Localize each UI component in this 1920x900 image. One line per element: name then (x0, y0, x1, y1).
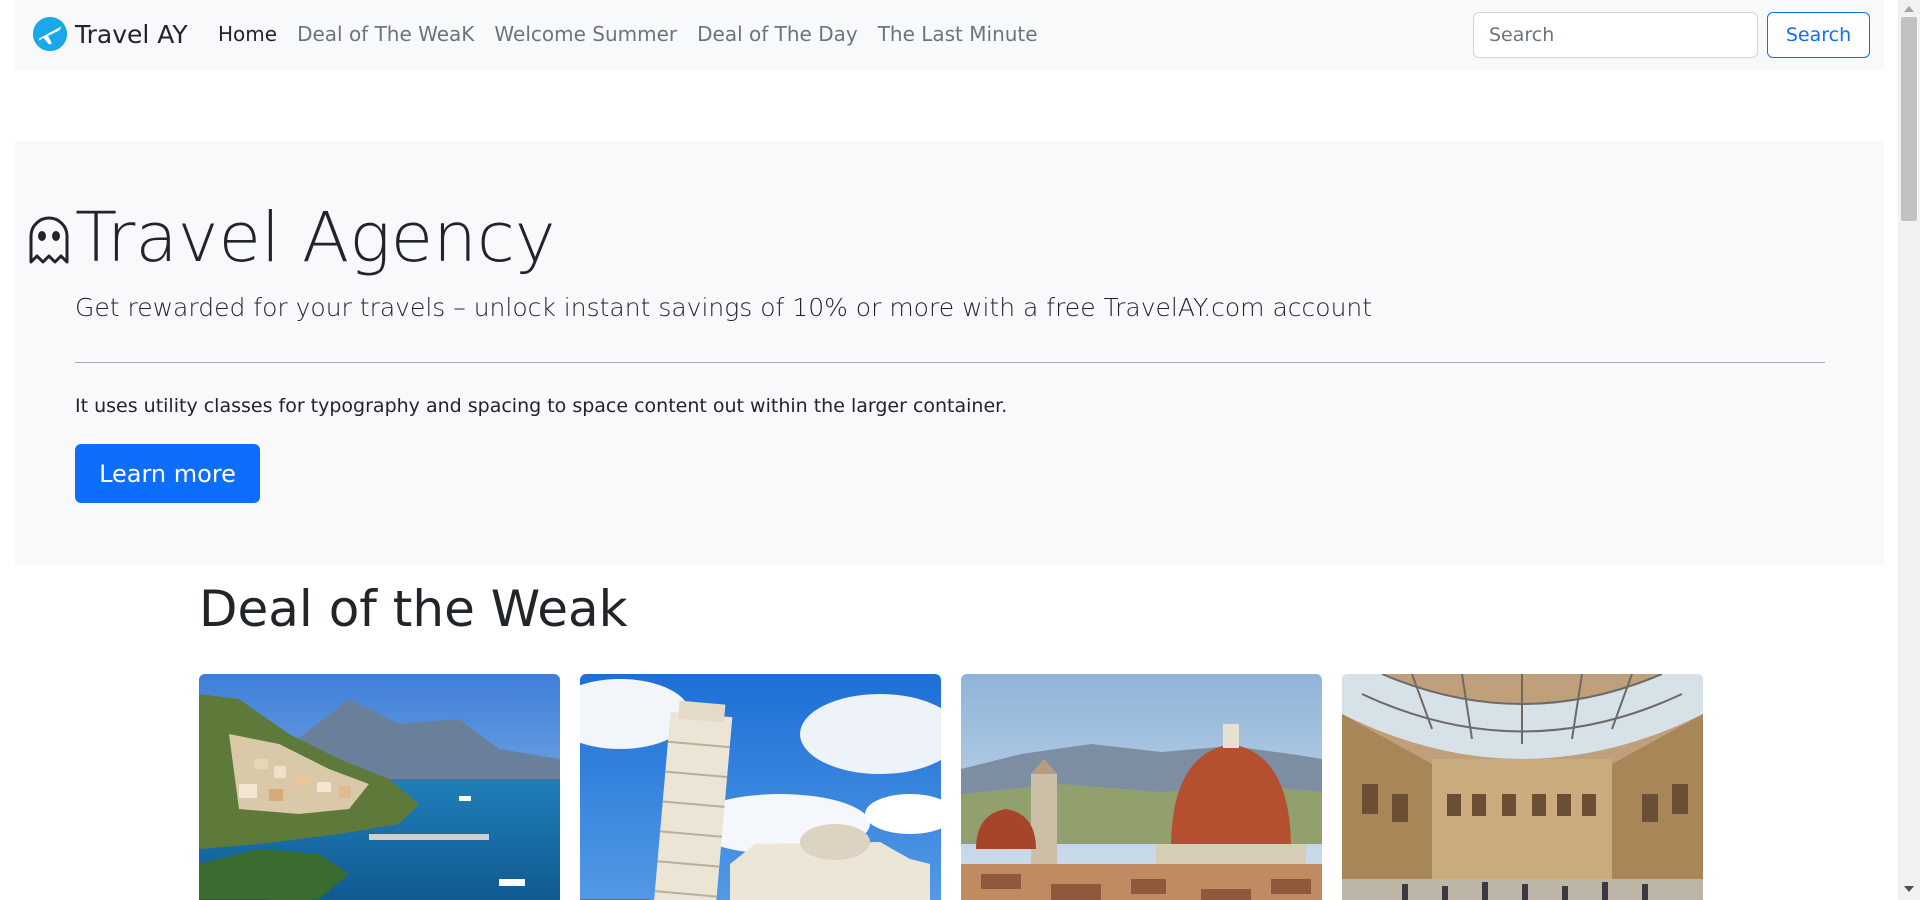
scroll-up-arrow-icon[interactable] (1904, 6, 1914, 12)
nav-link-home[interactable]: Home (218, 18, 277, 50)
milan-galleria-photo (1342, 674, 1703, 900)
nav-link-deal-of-the-day[interactable]: Deal of The Day (697, 18, 858, 50)
search-input[interactable] (1473, 12, 1758, 58)
nav-link-last-minute[interactable]: The Last Minute (878, 18, 1038, 50)
hero-title: Travel Agency (75, 198, 556, 278)
nav-link-deal-of-the-week[interactable]: Deal of The WeaK (297, 18, 474, 50)
amalfi-coast-photo (199, 674, 560, 900)
deal-card-florence[interactable] (961, 674, 1322, 900)
hero-body-text: It uses utility classes for typography a… (75, 395, 1008, 417)
leaning-tower-of-pisa-photo (580, 674, 941, 900)
learn-more-button[interactable]: Learn more (75, 444, 260, 503)
nav-links: Home Deal of The WeaK Welcome Summer Dea… (218, 18, 1058, 50)
hero-jumbotron: Travel Agency Get rewarded for your trav… (15, 141, 1884, 565)
scroll-down-arrow-icon[interactable] (1904, 886, 1914, 892)
deal-card-amalfi-coast[interactable] (199, 674, 560, 900)
nav-link-welcome-summer[interactable]: Welcome Summer (494, 18, 677, 50)
search-button[interactable]: Search (1767, 12, 1870, 58)
navbar: Travel AY Home Deal of The WeaK Welcome … (15, 0, 1884, 70)
florence-cathedral-photo (961, 674, 1322, 900)
deal-card-pisa[interactable] (580, 674, 941, 900)
deals-section-title: Deal of the Weak (199, 580, 628, 638)
brand-link[interactable]: Travel AY (31, 14, 188, 54)
page-scrollbar[interactable] (1898, 0, 1920, 900)
scrollbar-thumb[interactable] (1901, 17, 1917, 221)
page: Travel AY Home Deal of The WeaK Welcome … (0, 0, 1898, 900)
hero-divider (75, 362, 1825, 363)
hero-lead-text: Get rewarded for your travels – unlock i… (75, 293, 1373, 322)
airplane-icon (32, 16, 68, 52)
brand-name: Travel AY (75, 19, 188, 49)
deal-card-milan[interactable] (1342, 674, 1703, 900)
ghost-icon (29, 216, 69, 264)
